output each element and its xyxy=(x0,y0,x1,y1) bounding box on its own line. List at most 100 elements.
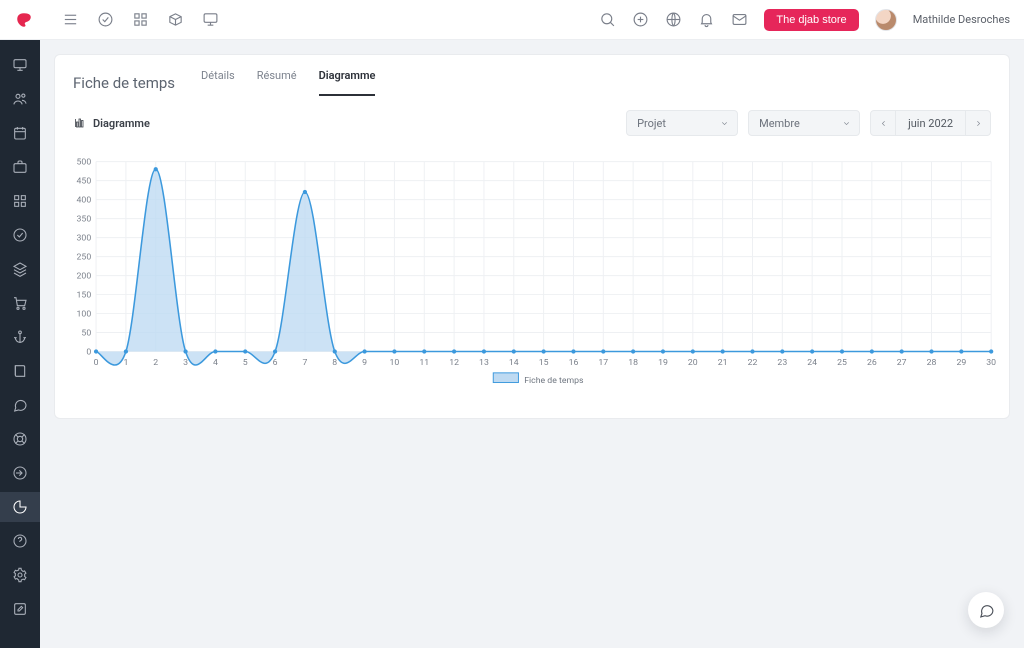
svg-text:300: 300 xyxy=(77,234,92,244)
topbar: The djab store Mathilde Desroches xyxy=(0,0,1024,40)
briefcase-icon[interactable] xyxy=(0,152,40,182)
topbar-right: The djab store Mathilde Desroches xyxy=(599,9,1010,31)
svg-text:27: 27 xyxy=(897,358,907,368)
avatar[interactable] xyxy=(875,9,897,31)
svg-text:400: 400 xyxy=(77,196,92,206)
main-panel: Fiche de temps Détails Résumé Diagramme Di… xyxy=(54,54,1010,419)
svg-text:200: 200 xyxy=(77,271,92,281)
bell-icon[interactable] xyxy=(698,11,715,28)
svg-text:16: 16 xyxy=(569,358,579,368)
svg-text:18: 18 xyxy=(628,358,638,368)
month-nav: juin 2022 xyxy=(870,110,991,136)
svg-text:500: 500 xyxy=(77,158,92,168)
svg-text:3: 3 xyxy=(183,358,188,368)
svg-text:24: 24 xyxy=(807,358,817,368)
sidebar-rail xyxy=(0,40,40,648)
cart-icon[interactable] xyxy=(0,288,40,318)
month-prev[interactable] xyxy=(870,110,896,136)
member-select[interactable]: Membre xyxy=(748,110,860,136)
edit-square-icon[interactable] xyxy=(0,594,40,624)
svg-text:30: 30 xyxy=(986,358,996,368)
svg-text:20: 20 xyxy=(688,358,698,368)
box-icon[interactable] xyxy=(167,11,184,28)
svg-text:21: 21 xyxy=(718,358,728,368)
svg-text:29: 29 xyxy=(956,358,966,368)
brand-logo[interactable] xyxy=(4,0,44,40)
svg-text:13: 13 xyxy=(479,358,489,368)
svg-text:10: 10 xyxy=(390,358,400,368)
monitor-icon[interactable] xyxy=(0,50,40,80)
timesheet-chart: 0501001502002503003504004505000123456789… xyxy=(67,152,997,398)
svg-text:1: 1 xyxy=(123,358,128,368)
monitor-icon[interactable] xyxy=(202,11,219,28)
life-ring-icon[interactable] xyxy=(0,424,40,454)
login-icon[interactable] xyxy=(0,458,40,488)
subtitle: Diagramme xyxy=(73,117,150,130)
svg-text:11: 11 xyxy=(419,358,429,368)
book-icon[interactable] xyxy=(0,356,40,386)
svg-text:12: 12 xyxy=(449,358,459,368)
topbar-left xyxy=(4,0,219,40)
svg-text:15: 15 xyxy=(539,358,549,368)
tab-résumé[interactable]: Résumé xyxy=(257,69,297,96)
page-area: Fiche de temps Détails Résumé Diagramme Di… xyxy=(40,40,1024,648)
settings-icon[interactable] xyxy=(0,560,40,590)
svg-text:9: 9 xyxy=(362,358,367,368)
user-name: Mathilde Desroches xyxy=(913,13,1010,26)
svg-text:28: 28 xyxy=(927,358,937,368)
store-button[interactable]: The djab store xyxy=(764,9,858,31)
svg-text:7: 7 xyxy=(302,358,307,368)
svg-text:450: 450 xyxy=(77,177,92,187)
svg-text:350: 350 xyxy=(77,215,92,225)
mail-icon[interactable] xyxy=(731,11,748,28)
svg-text:150: 150 xyxy=(77,290,92,300)
menu-icon[interactable] xyxy=(62,11,79,28)
check-circle-icon[interactable] xyxy=(97,11,114,28)
panel-subheader: Diagramme Projet Membre juin 2022 xyxy=(55,96,1009,144)
chat-fab[interactable] xyxy=(968,592,1004,628)
month-label[interactable]: juin 2022 xyxy=(896,110,965,136)
svg-text:8: 8 xyxy=(332,358,337,368)
svg-text:50: 50 xyxy=(81,328,91,338)
svg-text:14: 14 xyxy=(509,358,519,368)
layers-icon[interactable] xyxy=(0,254,40,284)
panel-header: Fiche de temps Détails Résumé Diagramme xyxy=(55,55,1009,96)
tab-détails[interactable]: Détails xyxy=(201,69,235,96)
svg-text:100: 100 xyxy=(77,309,92,319)
chart-container: 0501001502002503003504004505000123456789… xyxy=(55,144,1009,418)
calendar-icon[interactable] xyxy=(0,118,40,148)
svg-text:17: 17 xyxy=(598,358,608,368)
svg-text:Fiche de temps: Fiche de temps xyxy=(524,376,584,386)
pie-chart-icon[interactable] xyxy=(0,492,40,522)
svg-text:0: 0 xyxy=(94,358,99,368)
check-circle-icon[interactable] xyxy=(0,220,40,250)
users-icon[interactable] xyxy=(0,84,40,114)
svg-text:250: 250 xyxy=(77,253,92,263)
project-select[interactable]: Projet xyxy=(626,110,738,136)
anchor-icon[interactable] xyxy=(0,322,40,352)
svg-text:4: 4 xyxy=(213,358,218,368)
svg-text:6: 6 xyxy=(273,358,278,368)
svg-text:2: 2 xyxy=(153,358,158,368)
tab-bar: Détails Résumé Diagramme xyxy=(201,69,375,96)
project-select-label: Projet xyxy=(637,117,666,130)
svg-text:25: 25 xyxy=(837,358,847,368)
selectors: Projet Membre juin 2022 xyxy=(626,110,991,136)
member-select-label: Membre xyxy=(759,117,800,130)
plus-circle-icon[interactable] xyxy=(632,11,649,28)
subtitle-text: Diagramme xyxy=(93,117,150,130)
grid-icon[interactable] xyxy=(0,186,40,216)
search-icon[interactable] xyxy=(599,11,616,28)
grid-icon[interactable] xyxy=(132,11,149,28)
svg-text:22: 22 xyxy=(748,358,758,368)
message-icon[interactable] xyxy=(0,390,40,420)
month-next[interactable] xyxy=(965,110,991,136)
globe-icon[interactable] xyxy=(665,11,682,28)
svg-text:0: 0 xyxy=(86,347,91,357)
svg-text:23: 23 xyxy=(777,358,787,368)
svg-text:5: 5 xyxy=(243,358,248,368)
help-icon[interactable] xyxy=(0,526,40,556)
svg-text:19: 19 xyxy=(658,358,668,368)
page-title: Fiche de temps xyxy=(73,74,175,92)
tab-diagramme[interactable]: Diagramme xyxy=(319,69,376,96)
